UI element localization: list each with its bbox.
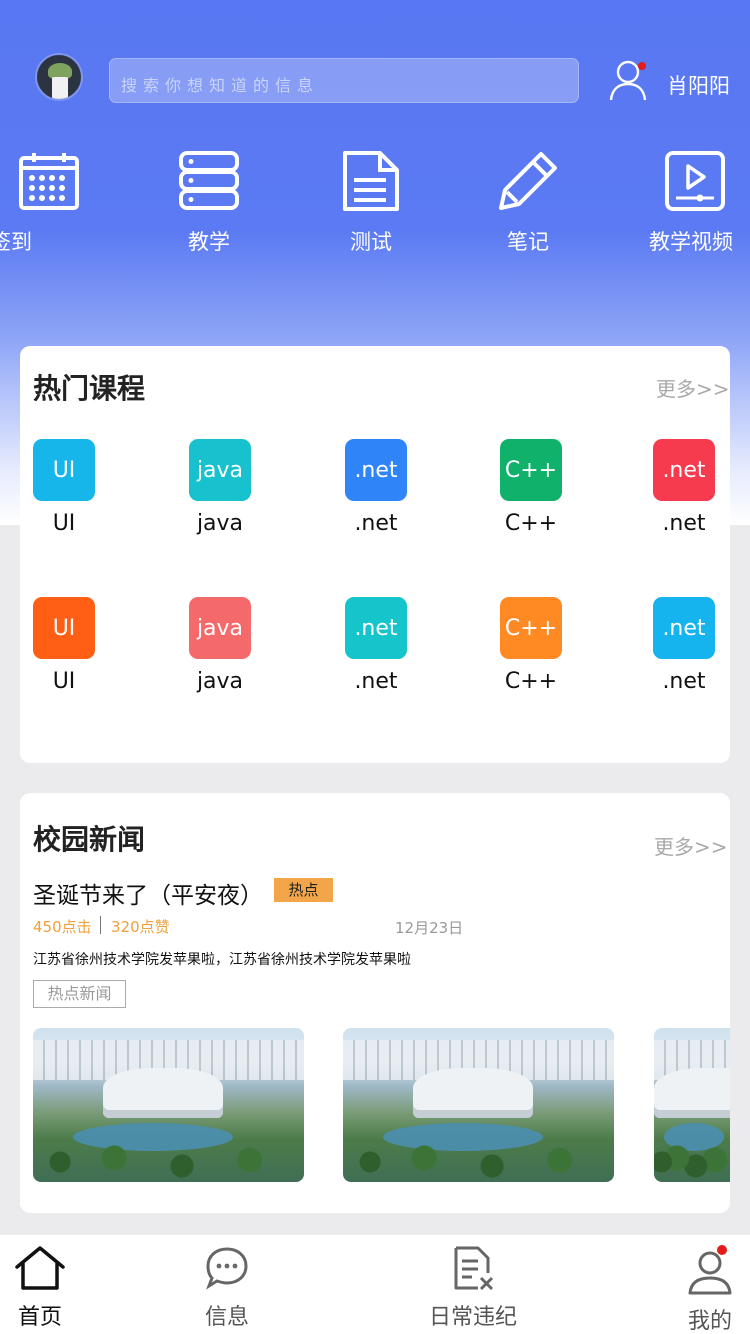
hot-courses-more-link[interactable]: 更多>> [656,373,730,402]
course-item[interactable]: C++ C++ [500,597,562,694]
video-icon [665,151,725,211]
news-date: 12月23日 [395,919,464,937]
course-tile: UI [33,439,95,501]
campus-news-more-link[interactable]: 更多>> [654,831,728,860]
avatar-pot [52,77,68,99]
home-icon [15,1246,65,1290]
news-headline[interactable]: 圣诞节来了（平安夜） [33,876,263,910]
course-tile: C++ [500,439,562,501]
server-icon [179,151,239,210]
course-tile: .net [653,439,715,501]
course-item[interactable]: UI UI [33,597,95,694]
document-icon [343,151,399,211]
course-item[interactable]: .net .net [345,597,407,694]
course-name: java [196,669,244,694]
course-item[interactable]: .net .net [653,597,715,694]
course-tile: C++ [500,597,562,659]
course-tile: java [189,439,251,501]
course-item[interactable]: .net .net [653,439,715,536]
course-name: .net [662,511,706,536]
tab-bar: 首页 信息 日常违纪 我的 [0,1235,750,1334]
calendar-icon [19,153,79,210]
course-tile: .net [653,597,715,659]
tab-profile[interactable]: 我的 [687,1245,733,1334]
course-name: UI [52,669,76,694]
news-photo[interactable] [343,1028,614,1182]
quick-nav-label: 教学视频 [649,230,733,254]
quick-nav-teaching[interactable]: 教学 [178,150,240,256]
news-photo[interactable] [33,1028,304,1182]
notification-dot [638,62,646,70]
tab-label: 日常违纪 [429,1305,518,1330]
course-name: .net [662,669,706,694]
hot-courses-card [20,346,730,763]
quick-nav-notes[interactable]: 笔记 [497,150,559,256]
divider [100,916,101,934]
tab-label: 信息 [204,1305,249,1330]
avatar[interactable] [35,53,83,101]
course-name: .net [354,669,398,694]
user-name[interactable]: 肖阳阳 [667,70,730,100]
violation-document-icon [454,1246,494,1291]
hot-badge: 热点 [274,878,333,902]
news-tag[interactable]: 热点新闻 [33,980,126,1008]
news-photo[interactable] [654,1028,730,1182]
course-tile: .net [345,597,407,659]
news-summary: 江苏省徐州技术学院发苹果啦，江苏省徐州技术学院发苹果啦 [33,952,411,968]
tab-messages[interactable]: 信息 [204,1245,250,1331]
quick-nav-label: 笔记 [507,230,549,254]
quick-nav-label: 签到 [0,230,32,254]
course-tile: .net [345,439,407,501]
hot-courses-title: 热门课程 [33,372,146,405]
quick-nav-label: 教学 [188,230,230,254]
course-name: .net [354,511,398,536]
tab-discipline[interactable]: 日常违纪 [429,1245,517,1331]
search-input[interactable]: 搜索你想知道的信息 [109,58,579,103]
course-name: C++ [504,511,558,536]
chat-bubble-icon [206,1247,248,1290]
tab-label: 我的 [687,1309,732,1334]
profile-icon [688,1245,732,1295]
quick-nav-test[interactable]: 测试 [340,150,402,256]
course-item[interactable]: .net .net [345,439,407,536]
course-item[interactable]: C++ C++ [500,439,562,536]
quick-nav-checkin[interactable]: 签到 [0,150,80,256]
news-likes: 320点赞 [111,918,170,936]
campus-news-title: 校园新闻 [33,823,146,856]
course-item[interactable]: java java [189,439,251,536]
tab-home[interactable]: 首页 [13,1245,67,1331]
quick-nav-video[interactable]: 教学视频 [649,150,733,256]
pencil-icon [499,152,557,210]
course-tile: java [189,597,251,659]
news-clicks: 450点击 [33,918,92,936]
course-item[interactable]: UI UI [33,439,95,536]
tab-label: 首页 [17,1305,62,1330]
quick-nav-label: 测试 [350,230,392,254]
course-name: java [196,511,244,536]
course-name: UI [52,511,76,536]
course-item[interactable]: java java [189,597,251,694]
course-tile: UI [33,597,95,659]
course-name: C++ [504,669,558,694]
